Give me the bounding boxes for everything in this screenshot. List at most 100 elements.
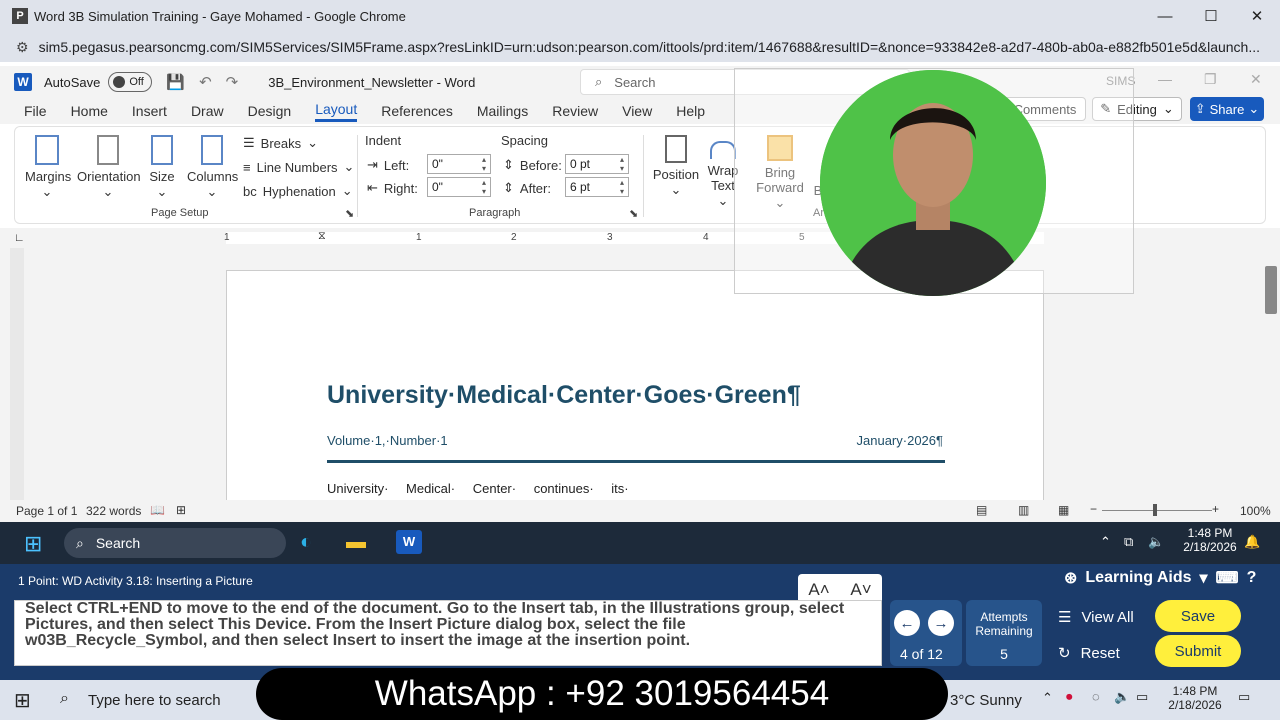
record-icon[interactable]: ⏺ [1066,689,1073,705]
word-minimize-icon[interactable]: — [1158,71,1172,87]
tab-mailings[interactable]: Mailings [477,103,528,119]
keyboard-icon[interactable]: ⌨ [1216,568,1239,588]
attempts-label: Attempts Remaining [975,610,1033,638]
tab-help[interactable]: Help [676,103,705,119]
chevron-up-icon[interactable]: ⌃ [1042,690,1053,706]
decrease-font-button[interactable]: A˅ [850,580,871,600]
word-logo-icon: W [14,73,32,91]
page-setup-launcher-icon[interactable]: ⬊ [345,207,354,220]
paragraph-launcher-icon[interactable]: ⬊ [629,207,638,220]
share-button[interactable]: ⇪ Share ⌄ [1190,97,1264,121]
maximize-icon[interactable]: ☐ [1188,0,1234,32]
spacing-before-input[interactable]: 0 pt [565,154,629,174]
volume-icon[interactable]: 🔈 [1148,534,1164,550]
spacing-after-input[interactable]: 6 pt [565,177,629,197]
indent-right-input[interactable]: 0" [427,177,491,197]
tab-selector-icon[interactable]: ∟ [14,232,25,244]
size-button[interactable]: Size ⌄ [147,135,177,200]
zoom-out-icon[interactable]: − [1090,502,1097,516]
autosave-toggle[interactable]: Off [108,72,153,92]
reset-icon: ↻ [1058,645,1071,662]
learning-aids-menu[interactable]: ⊛ Learning Aids ▾ ⌨? [1064,568,1256,588]
margins-button[interactable]: Margins ⌄ [25,135,71,200]
line-numbers-icon: ≡ [243,159,251,175]
vertical-ruler [10,248,24,500]
share-icon: ⇪ [1194,101,1206,116]
inner-clock[interactable]: 1:48 PM 2/18/2026 [1180,526,1240,554]
word-count[interactable]: 322 words [86,504,141,518]
volume-line[interactable]: Volume·1,·Number·1 [327,433,448,448]
windows-start-icon[interactable]: ⊞ [24,531,42,557]
print-layout-icon[interactable]: ▥ [1018,503,1029,517]
tab-insert[interactable]: Insert [132,103,167,119]
proofing-icon[interactable]: 📖 [150,503,165,517]
reset-button[interactable]: ↻ Reset [1058,644,1120,663]
ruler-label: 1 [224,232,230,243]
tab-home[interactable]: Home [71,103,108,119]
edge-icon[interactable]: ◐ [300,531,312,554]
windows-start-icon[interactable]: ⊞ [14,688,31,713]
undo-icon[interactable]: ↶ [199,73,212,91]
tab-references[interactable]: References [381,103,453,119]
zoom-slider-thumb[interactable] [1153,504,1157,516]
wrap-text-icon [710,141,736,159]
help-icon[interactable]: ? [1247,569,1257,587]
inner-taskbar: ⊞ ⌕ Search ◐ ▬ W ⌃ ⧉ 🔈 1:48 PM 2/18/2026 🔔 [0,522,1280,564]
redo-icon[interactable]: ↷ [226,73,239,91]
zoom-in-icon[interactable]: + [1212,502,1219,516]
tab-view[interactable]: View [622,103,652,119]
read-mode-icon[interactable]: ▤ [976,503,987,517]
save-icon[interactable]: 💾 [166,73,185,91]
zoom-slider[interactable] [1102,510,1212,511]
weather-text[interactable]: 3°C Sunny [950,692,1022,709]
minimize-icon[interactable]: — [1142,0,1188,32]
submit-button[interactable]: Submit [1155,635,1241,667]
device-icon[interactable]: ⧉ [1124,534,1133,550]
web-layout-icon[interactable]: ▦ [1058,503,1069,517]
taskbar-search-input[interactable]: Type here to search [88,692,221,709]
orientation-button[interactable]: Orientation ⌄ [77,135,141,200]
document-page[interactable]: University·Medical·Center·Goes·Green¶ Vo… [226,270,1044,510]
address-bar[interactable]: ⚙ sim5.pegasus.pearsoncmg.com/SIM5Servic… [0,32,1280,62]
word-taskbar-icon[interactable]: W [396,530,422,554]
columns-button[interactable]: Columns ⌄ [187,135,238,200]
word-restore-icon[interactable]: ❐ [1204,71,1217,88]
word-close-icon[interactable]: ✕ [1250,71,1262,88]
os-clock[interactable]: 1:48 PM 2/18/2026 [1160,684,1230,712]
line-numbers-button[interactable]: ≡ Line Numbers ⌄ [243,159,354,175]
tab-draw[interactable]: Draw [191,103,224,119]
tab-file[interactable]: File [24,103,47,119]
notification-icon[interactable]: 🔔 [1244,534,1260,550]
indent-left-input[interactable]: 0" [427,154,491,174]
url-text[interactable]: sim5.pegasus.pearsoncmg.com/SIM5Services… [39,39,1259,55]
hyphenation-button[interactable]: bc Hyphenation ⌄ [243,183,353,199]
taskbar-search[interactable]: ⌕ Search [64,528,286,558]
close-icon[interactable]: ✕ [1234,0,1280,32]
notification-icon[interactable]: ▭ [1238,689,1250,705]
document-title[interactable]: University·Medical·Center·Goes·Green¶ [327,381,801,410]
previous-arrow-icon[interactable]: ← [894,610,920,636]
site-info-icon[interactable]: ⚙ [16,39,29,56]
save-button[interactable]: Save [1155,600,1241,632]
indent-marker-icon[interactable]: ⧖ [318,230,326,243]
tab-review[interactable]: Review [552,103,598,119]
increase-font-button[interactable]: A˄ [808,580,829,600]
position-button[interactable]: Position ⌄ [651,135,701,198]
body-paragraph[interactable]: University· Medical· Center· continues· … [327,481,629,496]
tab-layout[interactable]: Layout [315,101,358,122]
vertical-scrollbar[interactable] [1262,248,1280,500]
page-count[interactable]: Page 1 of 1 [16,504,77,518]
date-line[interactable]: January·2026¶ [857,433,943,448]
view-all-button[interactable]: ☰ View All [1058,608,1134,627]
tab-design[interactable]: Design [248,103,292,119]
breaks-button[interactable]: ☰ Breaks ⌄ [243,135,318,151]
battery-icon[interactable]: ▭ [1136,689,1148,705]
zoom-level[interactable]: 100% [1240,504,1271,518]
chevron-up-icon[interactable]: ⌃ [1100,534,1111,550]
volume-icon[interactable]: 🔈 [1114,689,1130,705]
accessibility-icon[interactable]: ⊞ [176,503,186,517]
scrollbar-thumb[interactable] [1265,266,1277,314]
wifi-icon[interactable]: ◌ [1092,689,1100,704]
file-explorer-icon[interactable]: ▬ [346,531,366,554]
next-arrow-icon[interactable]: → [928,610,954,636]
